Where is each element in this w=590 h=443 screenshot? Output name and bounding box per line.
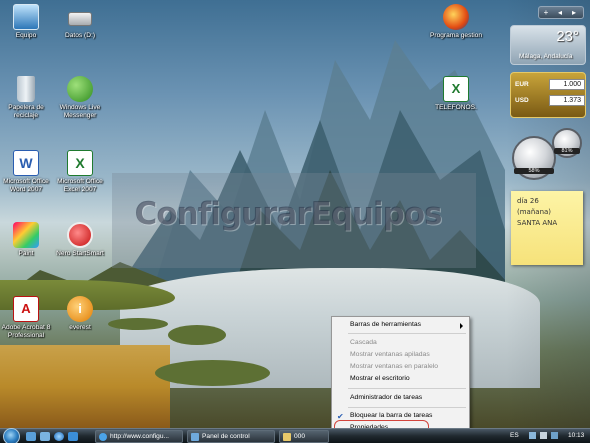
icon-label: Papelera de reciclaje [8,104,44,119]
add-gadget-button[interactable]: + [539,7,553,18]
desktop-icon-equipo[interactable]: Equipo [0,4,56,40]
computer-icon [13,4,39,30]
icon-label: everest [69,324,91,331]
nero-icon [67,222,93,248]
menu-item-side-by-side[interactable]: Mostrar ventanas en paralelo [350,361,438,373]
taskbar[interactable]: http://www.configu... Panel de control 0… [0,428,590,443]
excel-file-icon: X [443,76,469,102]
note-line: día 26 [517,197,539,205]
rice-field [0,345,170,428]
clock[interactable]: 10:13 [568,429,584,442]
icon-label: Adobe Acrobat 8 Professional [1,324,51,339]
ie-icon [99,433,107,441]
prev-button[interactable]: ◂ [553,7,567,18]
paint-icon [13,222,39,248]
currency-code[interactable]: USD [515,95,541,107]
system-tray: ES 10:13 [505,429,590,443]
taskbar-button-folder[interactable]: 000 [279,430,329,443]
next-button[interactable]: ▸ [567,7,581,18]
currency-code[interactable]: EUR [515,79,541,91]
river-island [108,318,168,330]
desktop-icon-telefonos[interactable]: X TELEFONOS. [426,76,486,112]
recycle-bin-icon [17,76,35,102]
icon-label: Paint [18,250,34,257]
currency-row: USD 1.373 [515,95,585,107]
menu-item-stacked[interactable]: Mostrar ventanas apiladas [350,349,430,361]
river-island [155,360,270,386]
tray-icon[interactable] [551,432,558,439]
icon-label: Windows Live Messenger [59,104,101,119]
volume-icon[interactable] [540,432,547,439]
quick-launch-icon[interactable] [68,432,78,441]
taskbar-button-label: Panel de control [202,433,250,440]
icon-label: Microsoft Office Word 2007 [3,178,49,193]
currency-gadget[interactable]: EUR 1.000 USD 1.373 [510,72,586,118]
icon-label: TELEFONOS. [435,104,477,111]
menu-separator [348,388,466,389]
taskbar-button-label: http://www.configu... [110,433,170,440]
desktop-icon-programa[interactable]: Programa gestion [426,4,486,40]
weather-gadget[interactable]: 23° Málaga, Andalucía [510,25,586,65]
desktop-icon-excel[interactable]: X Microsoft Office Excel 2007 [50,150,110,194]
currency-row: EUR 1.000 [515,79,585,91]
weather-temperature: 23° [556,28,579,45]
show-desktop-icon[interactable] [26,432,36,441]
memory-gauge: 81% [552,128,582,158]
icon-label: Microsoft Office Excel 2007 [57,178,103,193]
desktop-icon-paint[interactable]: Paint [0,222,56,258]
icon-label: Nero StartSmart [56,250,104,257]
taskbar-context-menu: Barras de herramientas Cascada Mostrar v… [331,316,470,437]
sidebar-controls: + ◂ ▸ [538,6,584,19]
excel-icon: X [67,150,93,176]
taskbar-button-control-panel[interactable]: Panel de control [187,430,275,443]
memory-percent: 81% [554,148,580,154]
menu-item-cascade[interactable]: Cascada [350,337,377,349]
network-icon[interactable] [529,432,536,439]
menu-item-toolbars[interactable]: Barras de herramientas [350,319,470,331]
note-line: SANTA ANA [517,219,558,227]
drive-icon [68,12,92,26]
everest-icon: i [67,296,93,322]
taskbar-button-label: 000 [294,433,306,440]
icon-label: Equipo [15,32,37,39]
cpu-percent: 58% [514,168,554,174]
internet-explorer-icon[interactable] [54,432,64,441]
cpu-gauge: 58% [512,136,556,180]
icon-label: Programa gestion [429,32,483,39]
currency-value[interactable]: 1.373 [549,95,585,106]
desktop-icon-word[interactable]: W Microsoft Office Word 2007 [0,150,56,194]
river-island [168,325,226,345]
word-icon: W [13,150,39,176]
desktop-icon-acrobat[interactable]: A Adobe Acrobat 8 Professional [0,296,56,340]
menu-item-show-desktop[interactable]: Mostrar el escritorio [350,373,410,385]
menu-separator [348,407,466,408]
control-panel-icon [191,433,199,441]
submenu-arrow-icon [460,323,463,329]
cpu-meter-gadget[interactable]: 58% 81% [510,126,586,186]
start-button[interactable] [3,428,20,443]
note-line: (mañana) [517,208,552,216]
weather-city: Málaga, Andalucía [519,53,573,60]
desktop-icon-everest[interactable]: i everest [50,296,110,332]
desktop-icon-messenger[interactable]: Windows Live Messenger [50,76,110,120]
desktop-icon-nero[interactable]: Nero StartSmart [50,222,110,258]
acrobat-icon: A [13,296,39,322]
program-icon [443,4,469,30]
desktop-icon-papelera[interactable]: Papelera de reciclaje [0,76,56,120]
currency-value[interactable]: 1.000 [549,79,585,90]
menu-item-task-manager[interactable]: Administrador de tareas [350,392,422,404]
icon-label: Datos (D:) [64,32,96,39]
sticky-note-gadget[interactable]: día 26 (mañana) SANTA ANA [511,191,583,265]
switch-windows-icon[interactable] [40,432,50,441]
messenger-icon [67,76,93,102]
taskbar-button-browser[interactable]: http://www.configu... [95,430,183,443]
folder-icon [283,433,291,441]
language-indicator[interactable]: ES [510,429,519,442]
desktop-icon-datos[interactable]: Datos (D:) [50,6,110,40]
menu-separator [348,333,466,334]
watermark-text: ConfigurarEquipos [134,196,443,232]
